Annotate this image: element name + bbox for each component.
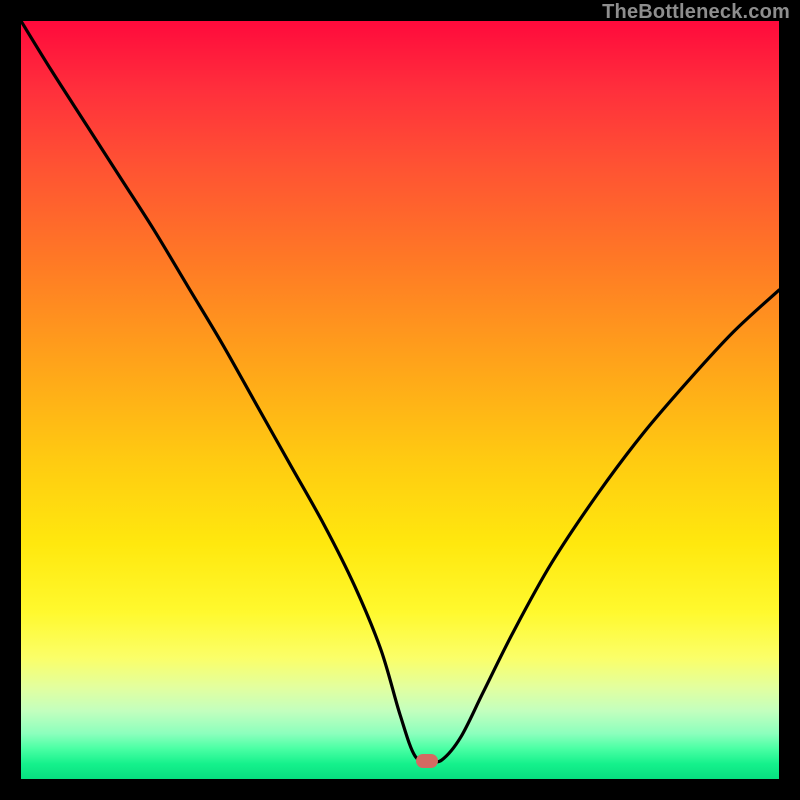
plot-area [21, 21, 779, 779]
optimal-point-marker [416, 754, 438, 768]
curve-layer [21, 21, 779, 779]
bottleneck-curve [21, 21, 779, 762]
chart-frame: TheBottleneck.com [0, 0, 800, 800]
